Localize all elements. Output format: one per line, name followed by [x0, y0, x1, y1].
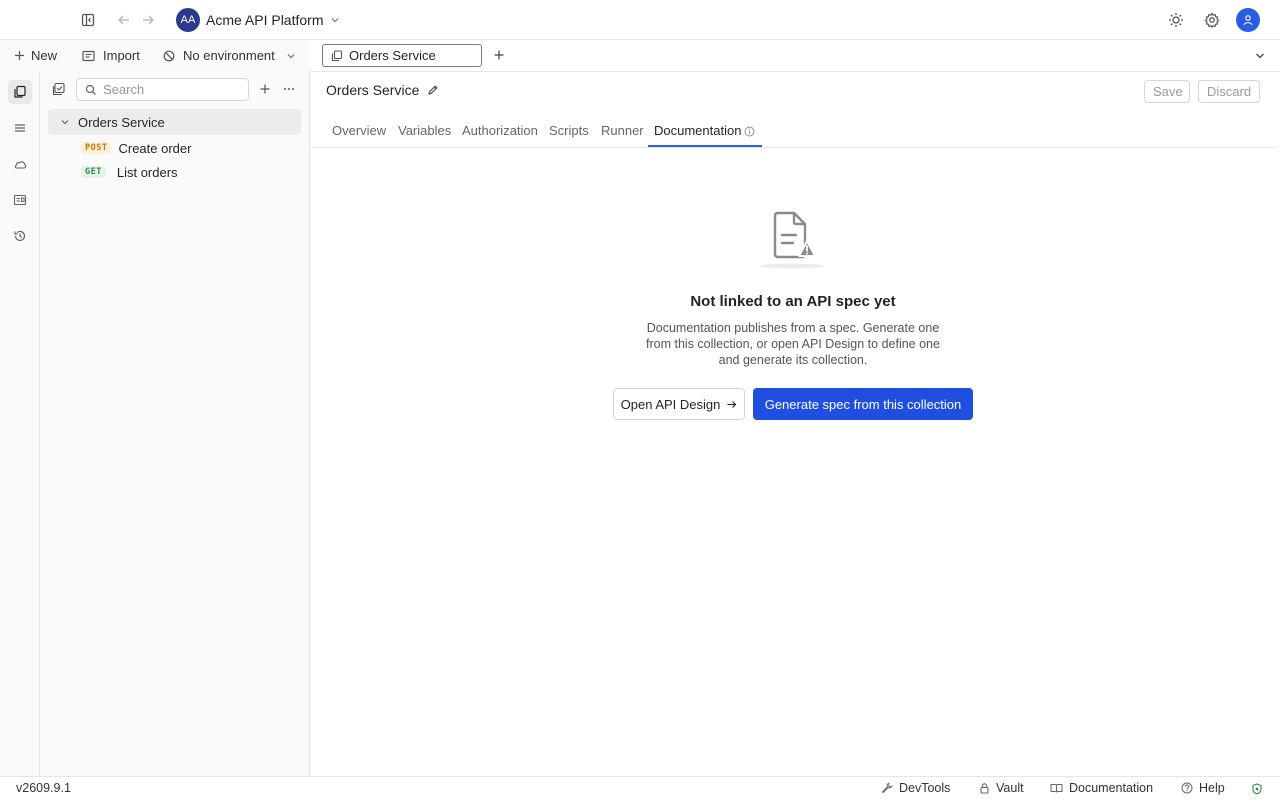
collection-icon	[331, 49, 343, 62]
import-button[interactable]: Import	[82, 48, 140, 63]
document-warning-icon	[758, 208, 828, 272]
status-bar: v2609.9.1 DevTools Vault Documentation H…	[0, 776, 1280, 800]
import-label: Import	[103, 48, 140, 63]
gear-icon[interactable]	[1200, 8, 1224, 32]
top-bar: AA Acme API Platform	[0, 0, 1280, 40]
request-row-list-orders[interactable]: GET List orders	[48, 159, 301, 185]
help-label: Help	[1199, 781, 1225, 795]
request-name: Create order	[118, 140, 192, 156]
action-row: New Import No environment	[0, 40, 310, 72]
documentation-label: Documentation	[1069, 781, 1154, 795]
tab-documentation[interactable]: Documentation	[654, 123, 741, 138]
arrow-right-icon	[726, 399, 737, 410]
chevron-down-icon	[60, 117, 70, 127]
collection-filter-icon[interactable]	[52, 82, 66, 96]
search-box	[76, 78, 249, 101]
tab-authorization[interactable]: Authorization	[462, 123, 538, 138]
save-button[interactable]: Save	[1144, 80, 1190, 103]
add-collection-icon[interactable]	[259, 83, 271, 95]
new-button[interactable]: New	[14, 48, 57, 63]
request-name: List orders	[116, 164, 178, 180]
workspace-name: Acme API Platform	[206, 12, 324, 28]
left-rail	[0, 72, 40, 776]
tab-variables[interactable]: Variables	[398, 123, 451, 138]
sync-status-icon[interactable]	[1251, 783, 1263, 795]
method-badge-get: GET	[81, 166, 106, 178]
tab-runner[interactable]: Runner	[601, 123, 644, 138]
editor-tab-strip: Orders Service	[310, 40, 1280, 72]
vault-button[interactable]: Vault	[979, 781, 1024, 795]
chevron-down-icon	[329, 14, 341, 26]
workspace-switcher[interactable]: AA Acme API Platform	[176, 8, 341, 32]
sun-icon[interactable]	[1164, 8, 1188, 32]
sidebar-toggle-icon[interactable]	[76, 8, 100, 32]
new-label: New	[31, 48, 58, 63]
tab-label: Orders Service	[349, 48, 436, 63]
request-row-create-order[interactable]: POST Create order	[48, 135, 301, 161]
collection-tabs: Overview Variables Authorization Scripts…	[310, 116, 1276, 148]
console-icon[interactable]	[8, 188, 32, 212]
new-tab-icon[interactable]	[493, 49, 505, 61]
app-version: v2609.9.1	[16, 781, 71, 795]
vault-label: Vault	[996, 781, 1024, 795]
workspace-avatar: AA	[176, 8, 200, 32]
collection-name: Orders Service	[78, 114, 165, 130]
topbar-right-actions	[1164, 8, 1260, 32]
active-tab-indicator	[648, 145, 762, 147]
cloud-icon[interactable]	[8, 152, 32, 176]
discard-button[interactable]: Discard	[1198, 80, 1260, 103]
empty-state-title: Not linked to an API spec yet	[690, 293, 896, 310]
info-icon[interactable]	[744, 126, 755, 137]
documentation-button[interactable]: Documentation	[1050, 781, 1153, 795]
book-icon	[1050, 782, 1063, 794]
collections-sidebar: Orders Service POST Create order GET Lis…	[40, 72, 310, 776]
forward-arrow-icon[interactable]	[136, 8, 160, 32]
import-icon	[82, 50, 95, 62]
tabs-overflow-chevron-icon[interactable]	[1254, 50, 1266, 62]
more-options-icon[interactable]	[283, 83, 295, 95]
search-icon	[85, 84, 97, 96]
wrench-icon	[881, 782, 893, 794]
no-entry-icon	[163, 50, 175, 62]
collection-row[interactable]: Orders Service	[48, 109, 301, 135]
history-icon[interactable]	[8, 224, 32, 248]
plus-icon	[14, 50, 25, 61]
devtools-button[interactable]: DevTools	[881, 781, 950, 795]
devtools-label: DevTools	[899, 781, 951, 795]
page-title: Orders Service	[326, 82, 420, 98]
pencil-icon[interactable]	[427, 84, 439, 96]
list-icon[interactable]	[8, 116, 32, 140]
chevron-down-icon	[285, 50, 297, 62]
page-title-row: Orders Service	[326, 82, 439, 98]
tab-scripts[interactable]: Scripts	[549, 123, 589, 138]
back-arrow-icon[interactable]	[112, 8, 136, 32]
method-badge-post: POST	[81, 142, 112, 154]
lock-icon	[979, 782, 990, 794]
help-button[interactable]: Help	[1181, 781, 1225, 795]
open-api-design-button[interactable]: Open API Design	[613, 388, 745, 420]
collections-icon[interactable]	[8, 80, 32, 104]
user-icon[interactable]	[1236, 8, 1260, 32]
help-icon	[1181, 782, 1193, 794]
open-api-design-label: Open API Design	[620, 396, 721, 412]
tab-orders-service[interactable]: Orders Service	[322, 44, 482, 67]
tab-overview[interactable]: Overview	[332, 123, 386, 138]
empty-state-description: Documentation publishes from a spec. Gen…	[646, 321, 940, 367]
environment-selector[interactable]: No environment	[163, 48, 297, 63]
search-input[interactable]	[103, 82, 243, 97]
collection-editor: Orders Service Save Discard Overview Var…	[310, 72, 1280, 776]
generate-spec-button[interactable]: Generate spec from this collection	[753, 388, 973, 420]
environment-label: No environment	[183, 48, 275, 63]
